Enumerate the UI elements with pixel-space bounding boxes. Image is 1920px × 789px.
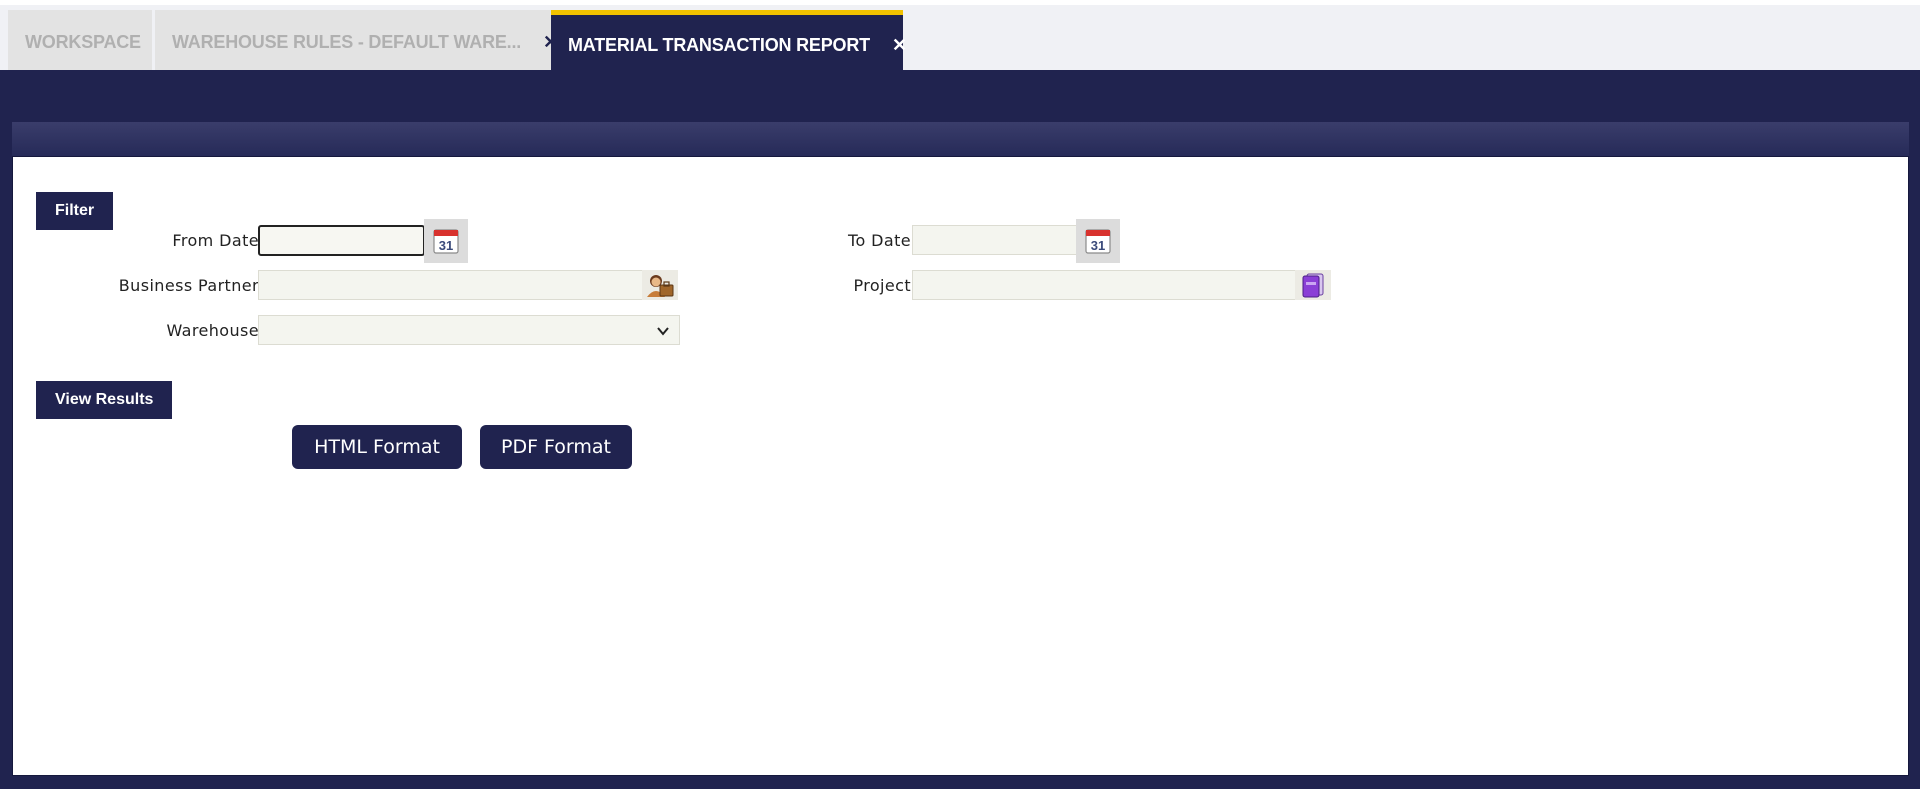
from-date-input[interactable]	[258, 225, 425, 256]
pdf-format-button[interactable]: PDF Format	[480, 425, 632, 469]
tab-label: MATERIAL TRANSACTION REPORT	[568, 34, 870, 55]
to-date-calendar-button[interactable]: 31	[1076, 219, 1120, 263]
warehouse-label: Warehouse	[166, 320, 259, 340]
report-panel: Filter From Date 31 To Date 31 Business …	[12, 156, 1909, 776]
filter-section-label: Filter	[55, 202, 95, 219]
html-format-button[interactable]: HTML Format	[292, 425, 462, 469]
from-date-calendar-button[interactable]: 31	[424, 219, 468, 263]
business-partner-search-button[interactable]	[642, 270, 678, 300]
to-date-input[interactable]	[912, 225, 1077, 255]
business-partner-input[interactable]	[258, 270, 643, 300]
view-results-section-button[interactable]: View Results	[36, 381, 173, 419]
tab-warehouse-rules[interactable]: WAREHOUSE RULES - DEFAULT WARE... ✕	[155, 10, 558, 75]
window-frame: Filter From Date 31 To Date 31 Business …	[0, 70, 1920, 789]
project-search-button[interactable]	[1295, 270, 1331, 300]
project-label: Project	[853, 275, 911, 295]
tab-bar: WORKSPACE WAREHOUSE RULES - DEFAULT WARE…	[0, 0, 1920, 75]
close-icon[interactable]: ✕	[892, 35, 907, 56]
calendar-icon: 31	[1085, 229, 1111, 254]
business-partner-icon	[647, 275, 674, 297]
view-results-label: View Results	[55, 391, 154, 408]
tab-label: WAREHOUSE RULES - DEFAULT WARE...	[172, 32, 522, 52]
to-date-label: To Date	[848, 230, 911, 250]
warehouse-select[interactable]	[258, 315, 680, 345]
project-input[interactable]	[912, 270, 1296, 300]
project-icon	[1302, 273, 1324, 298]
toolbar-strip	[12, 122, 1909, 156]
svg-text:31: 31	[1091, 238, 1105, 253]
tab-material-transaction-report[interactable]: MATERIAL TRANSACTION REPORT ✕	[551, 10, 907, 75]
calendar-icon: 31	[433, 229, 459, 254]
html-format-label: HTML Format	[314, 436, 440, 458]
business-partner-label: Business Partner	[118, 275, 259, 295]
chevron-down-icon	[657, 327, 669, 336]
pdf-format-label: PDF Format	[500, 436, 611, 458]
svg-text:31: 31	[439, 238, 453, 253]
tab-label: WORKSPACE	[25, 32, 141, 52]
from-date-label: From Date	[172, 230, 259, 250]
tab-workspace[interactable]: WORKSPACE	[8, 10, 152, 75]
